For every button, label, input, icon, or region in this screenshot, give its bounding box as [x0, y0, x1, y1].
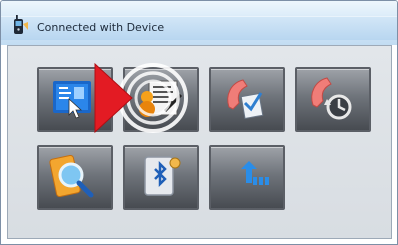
phone-icon — [14, 15, 28, 34]
sync-contacts-tile[interactable] — [37, 67, 113, 132]
device-window: Connected with Device — [0, 0, 398, 245]
bluetooth-icon — [144, 156, 181, 196]
phone-search-icon — [49, 154, 94, 198]
call-log-icon — [227, 79, 264, 119]
call-restore-tile[interactable] — [295, 67, 371, 132]
upload-tile[interactable] — [209, 145, 285, 210]
business-card-icon — [139, 80, 183, 117]
window-title: Connected with Device — [37, 21, 165, 34]
call-restore-icon — [311, 77, 352, 120]
business-card-tile[interactable] — [123, 67, 199, 132]
title-bar: Connected with Device — [1, 1, 397, 45]
upload-icon — [241, 161, 269, 185]
call-log-tile[interactable] — [209, 67, 285, 132]
phone-search-tile[interactable] — [37, 145, 113, 210]
bluetooth-settings-tile[interactable] — [123, 145, 199, 210]
function-panel — [7, 45, 392, 239]
contacts-sync-icon — [53, 81, 91, 119]
